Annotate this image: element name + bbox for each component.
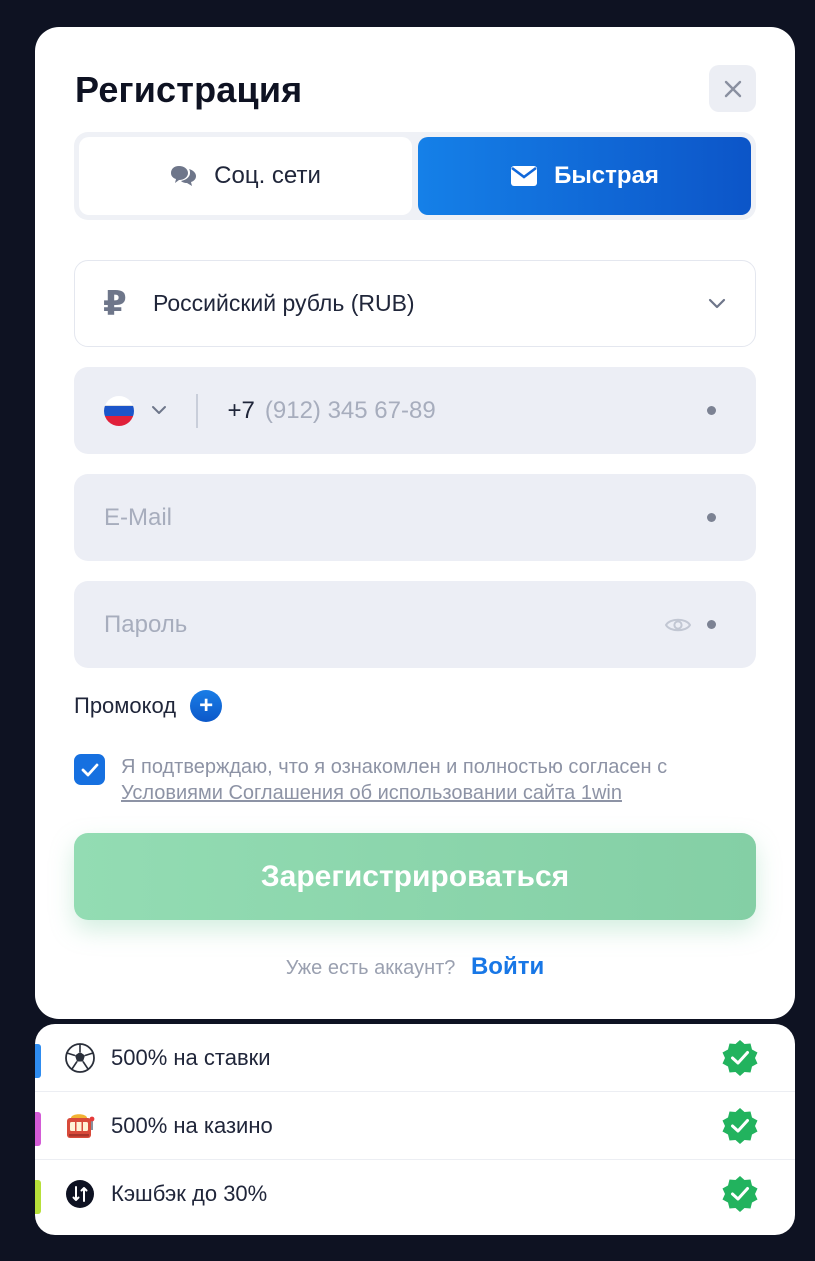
- phone-code: +7: [227, 396, 255, 424]
- soccer-ball-icon: [63, 1041, 97, 1075]
- phone-field: +7: [74, 367, 756, 454]
- register-button[interactable]: Зарегистрироваться: [74, 833, 756, 920]
- list-item: 500% на казино: [35, 1092, 795, 1160]
- required-dot: [707, 620, 716, 629]
- email-input[interactable]: [104, 503, 691, 532]
- close-button[interactable]: [709, 65, 756, 112]
- terms-link[interactable]: Условиями Соглашения об использовании са…: [121, 782, 622, 804]
- tab-social[interactable]: Соц. сети: [79, 137, 412, 215]
- promo-label: Промокод: [74, 693, 177, 718]
- tab-social-label: Соц. сети: [214, 162, 321, 189]
- promo-row: Промокод +: [74, 690, 223, 722]
- checkmark-icon: [81, 763, 98, 776]
- agreement-text: Я подтверждаю, что я ознакомлен и полнос…: [121, 754, 667, 806]
- accent-bar: [35, 1044, 41, 1078]
- chat-bubbles-icon: [171, 166, 197, 186]
- agreement-row: Я подтверждаю, что я ознакомлен и полнос…: [74, 754, 764, 806]
- bonus-label: Кэшбэк до 30%: [111, 1181, 268, 1206]
- email-field: [74, 474, 756, 561]
- accent-bar: [35, 1112, 41, 1146]
- close-icon: [724, 80, 741, 97]
- login-link[interactable]: Войти: [471, 953, 544, 980]
- envelope-icon: [511, 166, 538, 186]
- ruble-icon: ₽: [103, 284, 127, 323]
- ru-flag-icon: [104, 395, 134, 426]
- country-selector[interactable]: [104, 395, 168, 426]
- list-item: 500% на ставки: [35, 1024, 795, 1092]
- login-row: Уже есть аккаунт? Войти: [35, 953, 795, 981]
- required-dot: [707, 406, 716, 415]
- bonus-label: 500% на ставки: [111, 1044, 271, 1070]
- bonus-label: 500% на казино: [111, 1112, 273, 1138]
- currency-select[interactable]: ₽ Российский рубль (RUB): [74, 260, 756, 347]
- tab-fast-label: Быстрая: [554, 162, 659, 189]
- list-item: Кэшбэк до 30%: [35, 1160, 795, 1228]
- verified-check-icon: [722, 1176, 758, 1212]
- password-field: [74, 581, 756, 668]
- verified-check-icon: [722, 1039, 758, 1076]
- verified-check-icon: [722, 1107, 758, 1144]
- accent-bar: [35, 1180, 41, 1214]
- modal-title: Регистрация: [75, 69, 303, 110]
- agreement-checkbox[interactable]: [74, 754, 105, 785]
- password-input[interactable]: [104, 610, 665, 639]
- chevron-down-icon: [708, 298, 726, 308]
- divider: [196, 393, 198, 428]
- agreement-prefix: Я подтверждаю, что я ознакомлен и полнос…: [121, 756, 668, 778]
- login-prompt: Уже есть аккаунт?: [285, 957, 456, 979]
- tab-fast[interactable]: Быстрая: [418, 137, 751, 215]
- registration-tabs: Соц. сети Быстрая: [74, 132, 756, 220]
- registration-modal: Регистрация Соц. сети Быстрая ₽ Российск…: [35, 27, 795, 1019]
- required-dot: [707, 513, 716, 522]
- cashback-icon: [63, 1177, 97, 1211]
- bonus-list: 500% на ставки 500% на казино Кэшбэк до …: [35, 1024, 795, 1235]
- eye-icon[interactable]: [665, 616, 691, 634]
- phone-input[interactable]: [264, 396, 691, 425]
- slot-machine-icon: [63, 1109, 97, 1143]
- add-promo-button[interactable]: +: [190, 690, 223, 722]
- plus-icon: +: [199, 692, 214, 719]
- currency-label: Российский рубль (RUB): [153, 290, 415, 316]
- chevron-down-icon: [152, 406, 166, 414]
